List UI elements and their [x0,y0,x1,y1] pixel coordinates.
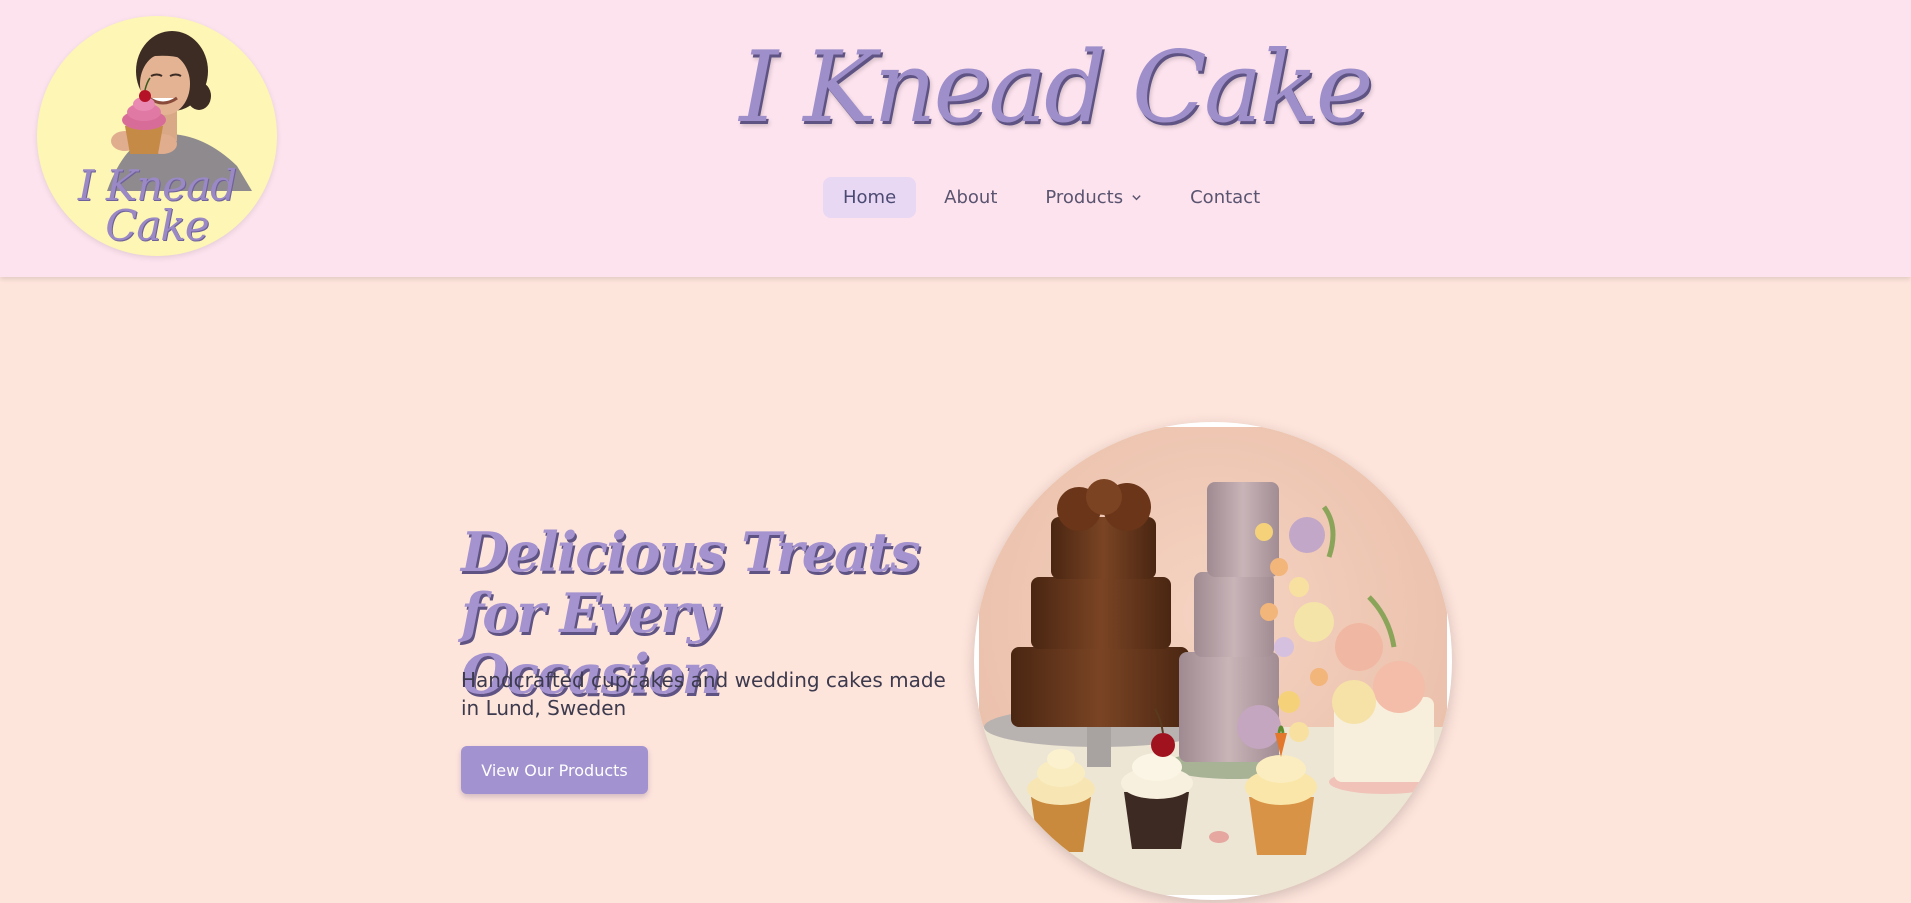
hero-subtitle: Handcrafted cupcakes and wedding cakes m… [461,668,946,720]
site-logo[interactable]: I Knead Cake [37,16,277,256]
cakes-illustration [979,427,1447,895]
logo-text-line1: I Knead [77,161,237,210]
logo-text-line2: Cake [105,201,209,250]
nav-item-label: Contact [1190,186,1261,208]
site-header: I Knead Cake I Knead Cake Home About Pro… [0,0,1911,277]
nav-item-contact[interactable]: Contact [1170,177,1280,218]
nav-item-about[interactable]: About [924,177,1017,218]
nav-item-label: Products [1045,186,1124,208]
site-title[interactable]: I Knead Cake [680,28,1430,148]
nav-item-home[interactable]: Home [823,176,917,218]
main-nav: Home About Products Contact [823,175,1280,219]
hero-cakes-image [974,422,1452,900]
nav-item-label: About [944,186,998,208]
view-products-button[interactable]: View Our Products [461,746,648,794]
nav-item-products[interactable]: Products [1025,177,1162,218]
nav-item-label: Home [843,186,897,208]
chevron-down-icon [1132,194,1141,200]
